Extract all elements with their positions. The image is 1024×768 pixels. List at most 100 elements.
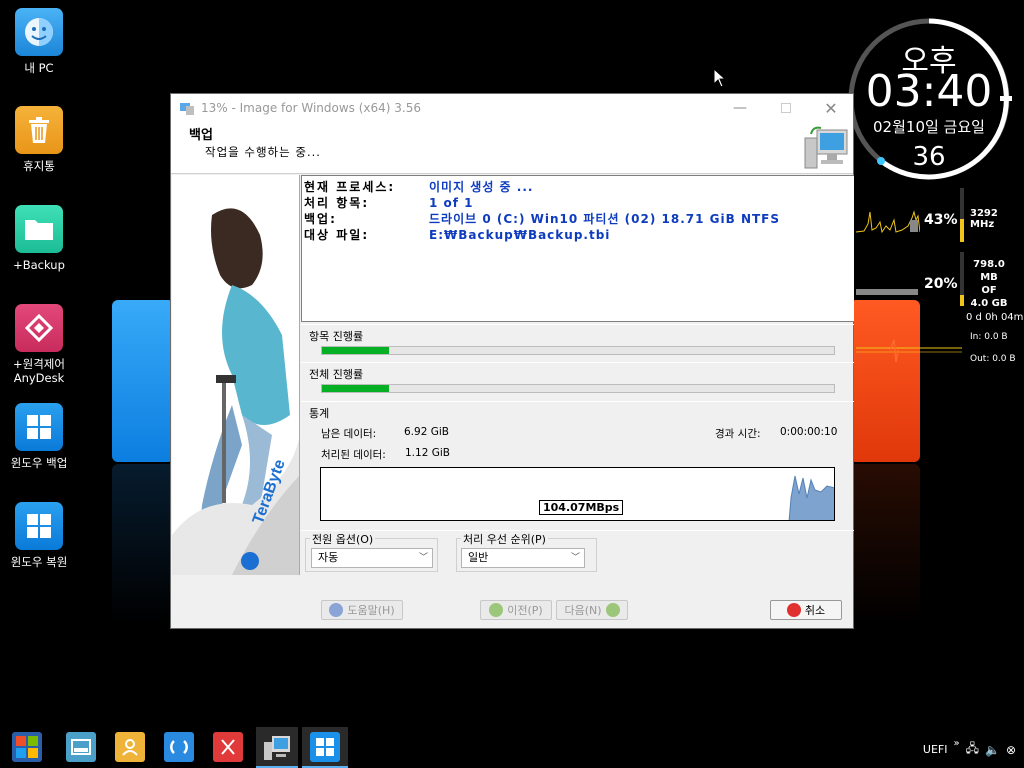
help-button-label: 도움말(H)	[347, 604, 395, 617]
minimize-button[interactable]: —	[717, 94, 763, 122]
clock-time: 03:40	[865, 66, 993, 117]
desktop-icon-recycle-bin[interactable]: 휴지통	[4, 106, 74, 173]
info-value: 드라이브 0 (C:) Win10 파티션 (02) 18.71 GiB NTF…	[429, 212, 781, 226]
info-value: E:₩Backup₩Backup.tbi	[429, 228, 611, 242]
power-options-value: 자동	[318, 551, 339, 564]
processed-data-value: 1.12 GiB	[405, 447, 450, 459]
info-row-target-file: 대상 파일: E:₩Backup₩Backup.tbi	[304, 227, 844, 243]
memory-of: OF	[981, 285, 997, 296]
power-options-label: 전원 옵션(O)	[310, 531, 376, 547]
previous-button-label: 이전(P)	[507, 604, 543, 617]
info-label: 백업:	[304, 212, 337, 226]
statistics-label: 통계	[309, 407, 330, 420]
desktop-icon-my-pc[interactable]: 내 PC	[4, 8, 74, 75]
windows-logo-icon	[15, 403, 63, 451]
item-progress-section: 항목 진행률	[301, 324, 854, 361]
memory-usage: 798.0 MB OF 4.0 GB	[966, 258, 1012, 310]
power-options-select[interactable]: 자동 ﹀	[311, 548, 433, 568]
desktop-icon-label: 윈도우 복원	[10, 555, 68, 569]
desktop-icon-label: +Backup	[13, 258, 65, 272]
total-progress-label: 전체 진행률	[309, 368, 364, 381]
firmware-mode-label: UEFI	[922, 743, 948, 756]
network-icon[interactable]: 🖧	[966, 739, 979, 760]
desktop-icon-backup[interactable]: +Backup	[4, 205, 74, 272]
volume-icon[interactable]: 🔈	[985, 743, 1000, 757]
taskbar-app-sync[interactable]	[164, 732, 194, 762]
network-out: Out: 0.0 B	[970, 354, 1016, 364]
promo-illustration: TeraByte	[172, 175, 299, 575]
info-label: 처리 항목:	[304, 196, 370, 210]
trash-icon	[15, 106, 63, 154]
cancel-icon	[786, 603, 801, 617]
cpu-graph	[856, 210, 920, 234]
anydesk-icon	[15, 304, 63, 352]
priority-value: 일반	[468, 551, 489, 564]
mouse-cursor-icon	[713, 68, 727, 88]
previous-button[interactable]: 이전(P)	[480, 600, 552, 620]
chevron-up-icon[interactable]: »	[953, 738, 959, 749]
memory-percent: 20%	[924, 276, 958, 292]
info-row-current-process: 현재 프로세스: 이미지 생성 중 ...	[304, 179, 844, 195]
info-label: 현재 프로세스:	[304, 180, 396, 194]
cancel-button[interactable]: 취소	[770, 600, 842, 620]
taskbar-app-user[interactable]	[115, 732, 145, 762]
help-button[interactable]: 도움말(H)	[321, 600, 403, 620]
desktop-icon-windows-backup[interactable]: 윈도우 백업	[4, 403, 74, 470]
desktop-icon-label: +원격제어 AnyDesk	[13, 357, 65, 385]
my-pc-icon	[15, 8, 63, 56]
elapsed-time-label: 경과 시간:	[715, 428, 761, 440]
clock-seconds: 36	[912, 142, 946, 172]
taskbar-app-windows[interactable]	[310, 732, 340, 762]
info-label: 대상 파일:	[304, 228, 370, 242]
desktop-icon-anydesk[interactable]: +원격제어 AnyDesk	[4, 304, 74, 385]
priority-select[interactable]: 일반 ﹀	[461, 548, 585, 568]
memory-graph	[856, 289, 918, 295]
cpu-percent: 43%	[924, 212, 958, 228]
info-row-backup: 백업: 드라이브 0 (C:) Win10 파티션 (02) 18.71 GiB…	[304, 211, 844, 227]
start-button[interactable]	[12, 732, 42, 762]
process-info-box: 현재 프로세스: 이미지 생성 중 ... 처리 항목: 1 of 1 백업: …	[301, 175, 854, 322]
chevron-down-icon: ﹀	[418, 553, 428, 563]
header-title: 백업	[189, 128, 213, 143]
throughput-graph: 104.07MBps	[320, 467, 835, 521]
start-menu-icon	[16, 736, 38, 758]
cpu-level-bar	[960, 188, 964, 242]
arrow-right-icon	[605, 603, 620, 617]
maximize-button[interactable]	[763, 94, 809, 122]
terabyte-promo-image: TeraByte	[172, 175, 300, 575]
item-progress-bar	[321, 346, 835, 355]
windows-logo-icon	[15, 502, 63, 550]
total-progress-fill	[322, 385, 389, 392]
item-progress-fill	[322, 347, 389, 354]
desktop-icon-label: 내 PC	[24, 61, 54, 75]
total-progress-bar	[321, 384, 835, 393]
windows-logo-icon	[316, 738, 334, 756]
close-icon: ✕	[824, 98, 838, 118]
notification-icon[interactable]: ⊗	[1006, 743, 1016, 757]
header-subtitle: 작업을 수행하는 중...	[205, 145, 321, 159]
app-icon	[180, 103, 194, 115]
taskbar-app-x[interactable]	[213, 732, 243, 762]
close-button[interactable]: ✕	[808, 94, 854, 122]
remaining-data-value: 6.92 GiB	[404, 426, 449, 438]
minimize-icon: —	[733, 100, 747, 116]
cpu-frequency: 3292 MHz	[970, 208, 998, 230]
desktop: 내 PC 휴지통 +Backup +원격제어 AnyDesk 윈도우 백업 윈도…	[0, 0, 1024, 768]
desktop-icon-windows-restore[interactable]: 윈도우 복원	[4, 502, 74, 569]
memory-total: 4.0 GB	[970, 298, 1008, 309]
clock-date: 02월10일 금요일	[873, 118, 985, 136]
window-titlebar[interactable]: 13% - Image for Windows (x64) 3.56 — ✕	[171, 94, 853, 122]
next-button[interactable]: 다음(N)	[556, 600, 628, 620]
taskbar-app-image-for-windows[interactable]	[262, 732, 292, 762]
network-in: In: 0.0 B	[970, 332, 1008, 342]
help-icon	[329, 603, 344, 617]
memory-level-bar	[960, 252, 964, 306]
wallpaper-orange-reflection	[850, 464, 920, 624]
sync-icon	[170, 740, 188, 754]
taskbar-app-desktop[interactable]	[66, 732, 96, 762]
wallpaper-blue-panel	[112, 300, 174, 462]
item-progress-label: 항목 진행률	[309, 330, 364, 343]
image-for-windows-dialog: 13% - Image for Windows (x64) 3.56 — ✕ 백…	[170, 93, 854, 629]
info-row-processing-item: 처리 항목: 1 of 1	[304, 195, 844, 211]
info-value: 1 of 1	[429, 196, 474, 210]
